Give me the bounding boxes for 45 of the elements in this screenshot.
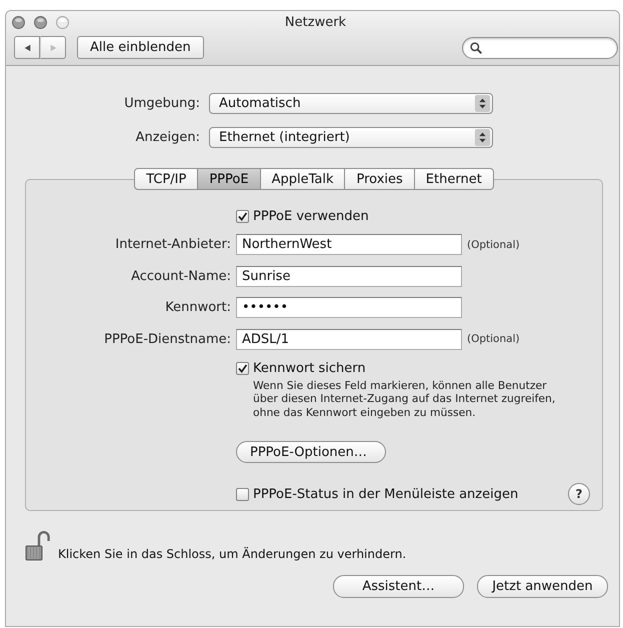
- right-arrow-icon: [48, 44, 58, 52]
- text-field[interactable]: Sunrise: [236, 266, 462, 286]
- tab[interactable]: Proxies: [345, 168, 415, 190]
- field-label: PPPoE-Dienstname:: [104, 332, 231, 346]
- tab[interactable]: TCP/IP: [134, 168, 198, 190]
- popup-label: Anzeigen:: [136, 130, 200, 145]
- checkbox-label[interactable]: PPPoE verwenden: [253, 208, 369, 224]
- optional-note: (Optional): [467, 333, 520, 345]
- text-field[interactable]: ADSL/1: [236, 328, 462, 350]
- up-down-arrows-icon: [474, 129, 491, 146]
- popup-label: Umgebung:: [124, 96, 200, 111]
- checkmark-icon: [237, 363, 248, 374]
- checkbox[interactable]: [236, 488, 249, 500]
- footer-button[interactable]: Jetzt anwenden: [477, 575, 608, 598]
- up-down-arrows-icon: [474, 95, 491, 112]
- tab[interactable]: Ethernet: [414, 168, 494, 190]
- search-icon: [470, 42, 482, 54]
- checkmark-icon: [237, 210, 248, 222]
- checkbox-label[interactable]: PPPoE-Status in der Menüleiste anzeigen: [253, 486, 518, 502]
- optional-note: (Optional): [467, 238, 520, 250]
- checkbox-label[interactable]: Kennwort sichern: [253, 361, 366, 376]
- close-icon[interactable]: [12, 16, 25, 28]
- footer-button[interactable]: Assistent…: [333, 575, 464, 598]
- lock-icon[interactable]: [25, 531, 51, 561]
- left-arrow-icon: [22, 44, 32, 52]
- pppoe-options-button[interactable]: PPPoE-Optionen…: [236, 441, 386, 463]
- popup-button[interactable]: Ethernet (integriert): [209, 127, 493, 148]
- field-label: Internet-Anbieter:: [115, 237, 231, 252]
- search-field[interactable]: [462, 36, 618, 58]
- checkbox[interactable]: [236, 362, 249, 375]
- window-title: Netzwerk: [284, 14, 346, 30]
- minimize-icon[interactable]: [34, 16, 47, 28]
- lock-hint-text: Klicken Sie in das Schloss, um Änderungen zu verhindern.: [58, 547, 406, 561]
- back-button[interactable]: [14, 36, 40, 59]
- checkbox[interactable]: [236, 210, 249, 222]
- popup-button[interactable]: Automatisch: [209, 93, 493, 114]
- text-field[interactable]: NorthernWest: [236, 234, 462, 255]
- tab[interactable]: AppleTalk: [260, 168, 346, 190]
- field-label: Kennwort:: [165, 300, 231, 315]
- text-field[interactable]: ••••••: [236, 297, 462, 318]
- checkbox-description: Wenn Sie dieses Feld markieren, können alle Benutzer über diesen Internet-Zugang auf das Internet zugreifen, ohne das Kennwort eingeben zu müssen.: [253, 378, 556, 419]
- tab[interactable]: PPPoE: [198, 168, 261, 190]
- field-label: Account-Name:: [131, 268, 231, 284]
- help-button[interactable]: ?: [568, 483, 590, 505]
- show-all-button[interactable]: Alle einblenden: [77, 36, 204, 59]
